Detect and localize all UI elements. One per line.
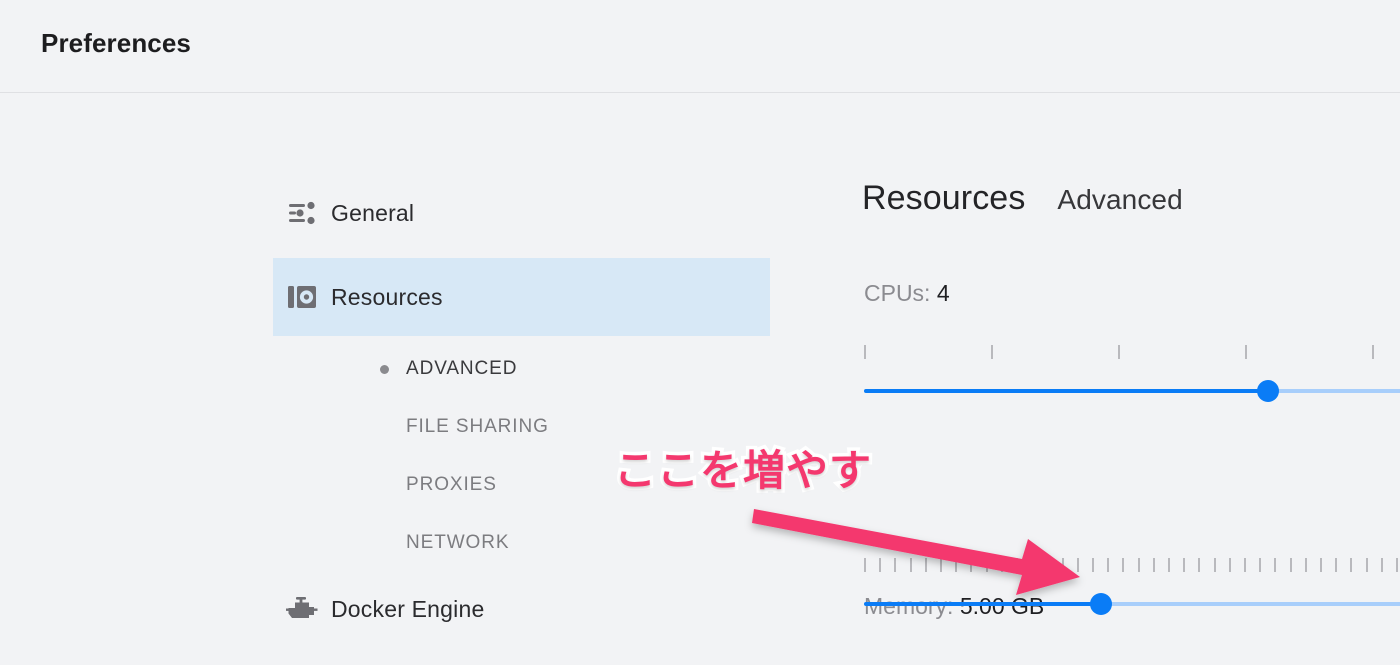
tick-mark [1245,345,1247,359]
tick-mark [970,558,973,572]
tick-mark [1118,345,1120,359]
memory-slider[interactable] [864,593,1400,615]
annotation-label: ここを増やす [610,444,874,498]
preferences-window: Preferences General Resources ADVANCED F… [0,0,1400,665]
cpu-slider[interactable] [864,380,1400,402]
sidebar-item-general[interactable]: General [273,174,770,252]
cpu-slider-ticks [864,345,1376,359]
tick-mark [864,345,866,359]
tick-mark [1061,558,1064,572]
tick-mark [894,558,897,572]
tick-mark [1137,558,1140,572]
sidebar-item-docker-engine-label: Docker Engine [331,595,485,622]
tick-mark [985,558,988,572]
tick-mark [864,558,866,572]
sidebar-item-resources[interactable]: Resources [273,258,770,336]
sidebar-subitem-advanced[interactable]: ADVANCED [380,346,517,392]
tick-mark [1076,558,1079,572]
tick-mark [1107,558,1110,572]
tick-mark [1016,558,1018,572]
disk-icon [273,283,331,311]
sidebar-subitem-proxies[interactable]: PROXIES [380,462,497,508]
tick-mark [940,558,942,572]
sliders-icon [273,200,331,226]
tick-mark [1168,558,1170,572]
cpu-slider-thumb[interactable] [1256,380,1279,402]
tick-mark [991,345,993,359]
memory-slider-thumb[interactable] [1089,593,1112,615]
memory-slider-track-remaining [1100,602,1400,606]
tick-mark [1289,558,1292,572]
sidebar-subitem-advanced-label: ADVANCED [406,358,518,379]
tick-mark [1198,558,1201,572]
tick-mark [1152,558,1155,572]
tick-mark [1259,558,1262,572]
sidebar-subitem-proxies-label: PROXIES [406,474,497,495]
page-title: Preferences [41,28,191,58]
tick-mark [1228,558,1231,572]
tick-mark [1183,558,1186,572]
tick-mark [955,558,958,572]
cpus-label-prefix: CPUs: [864,280,937,306]
resources-panel: Resources Advanced CPUs: 4 Memory: 5.00 … [862,94,1400,665]
settings-sidebar: General Resources ADVANCED FILE SHARING [0,94,770,665]
cpus-label: CPUs: 4 [864,280,950,307]
tick-mark [1380,558,1383,572]
panel-title: Resources [862,179,1026,217]
tick-mark [1046,558,1049,572]
sidebar-item-general-label: General [331,199,415,226]
tick-mark [1396,558,1398,572]
tick-mark [1244,558,1246,572]
tick-mark [1000,558,1003,572]
panel-heading: Resources Advanced [862,179,1183,218]
sidebar-item-docker-engine[interactable]: Docker Engine [273,570,770,648]
sidebar-subitem-network-label: NETWORK [406,532,510,553]
tick-mark [924,558,927,572]
panel-subtitle: Advanced [1057,184,1183,215]
sidebar-subitem-file-sharing-label: FILE SHARING [406,416,549,437]
tick-mark [1365,558,1368,572]
sidebar-item-resources-label: Resources [331,283,443,310]
window-titlebar: Preferences [0,0,1400,93]
memory-slider-ticks [864,558,1400,572]
sidebar-subitem-network[interactable]: NETWORK [380,520,509,566]
tick-mark [1350,558,1353,572]
memory-slider-track-filled [864,602,1101,606]
tick-mark [1274,558,1277,572]
engine-icon [273,596,331,622]
tick-mark [909,558,912,572]
sidebar-subitem-file-sharing[interactable]: FILE SHARING [380,404,549,450]
tick-mark [1031,558,1034,572]
tick-mark [879,558,882,572]
cpu-slider-track-remaining [1267,389,1400,393]
cpu-slider-track-filled [864,389,1268,393]
tick-mark [1304,558,1307,572]
cpus-value: 4 [936,280,950,306]
tick-mark [1213,558,1216,572]
tick-mark [1122,558,1125,572]
tick-mark [1335,558,1338,572]
bullet-icon [380,364,406,374]
tick-mark [1372,345,1374,359]
tick-mark [1092,558,1094,572]
tick-mark [1320,558,1322,572]
